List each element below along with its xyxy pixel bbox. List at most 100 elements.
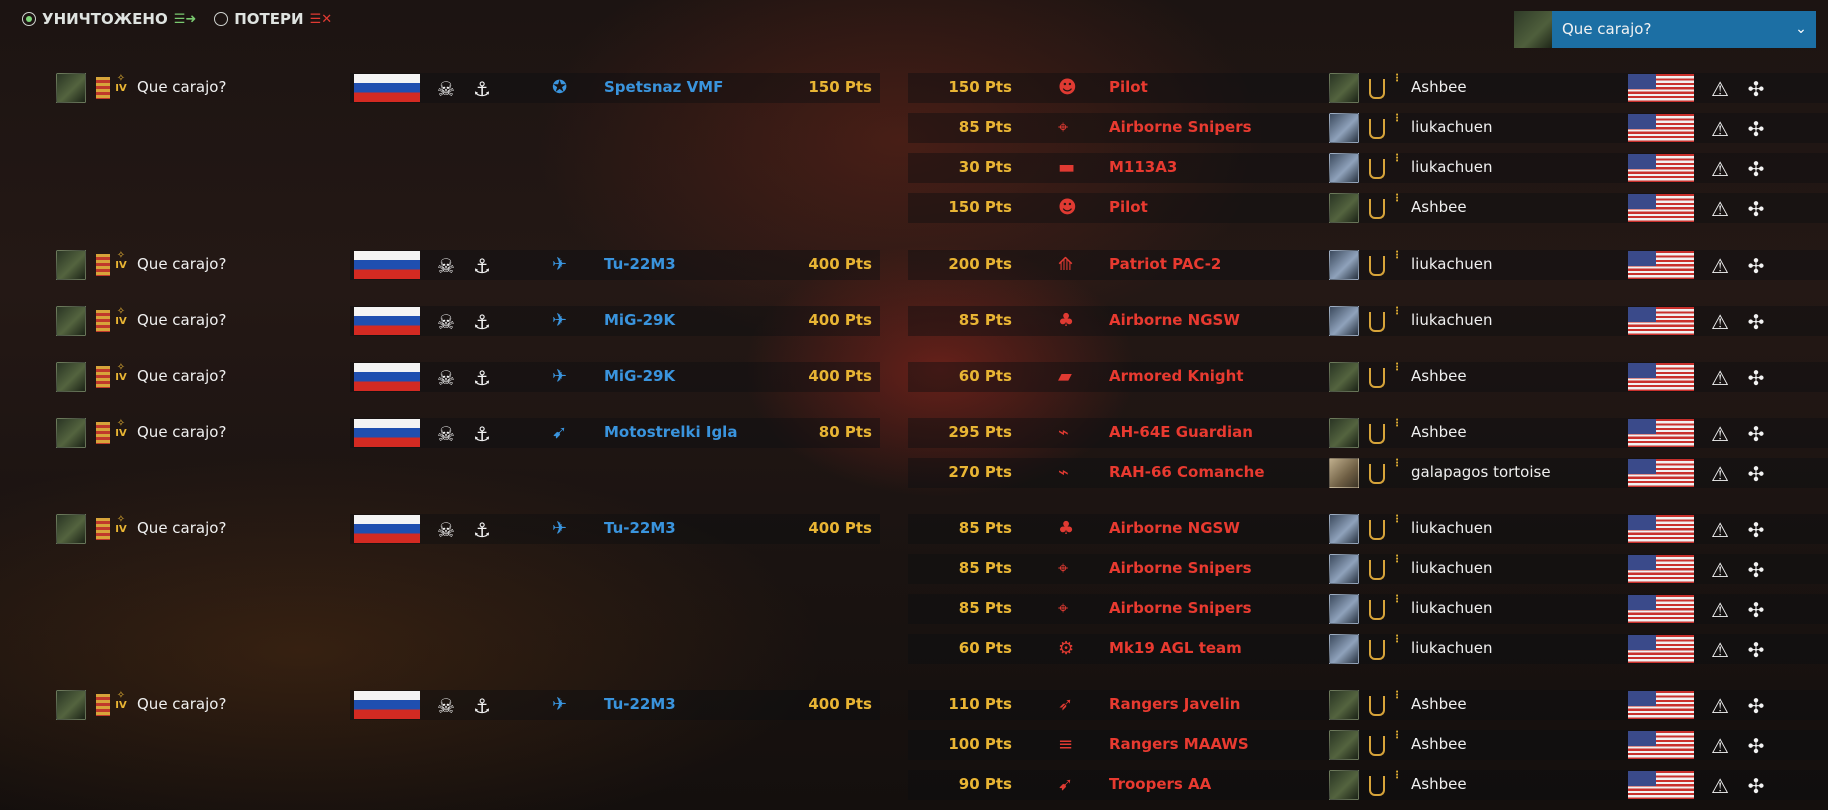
rank-insignia-icon [1369, 256, 1385, 276]
russia-flag-icon [354, 419, 420, 447]
loss-unit-name: M113A3 [1109, 158, 1178, 176]
killer-name[interactable]: Que carajo? [137, 311, 226, 329]
tier-badge: ⋮ [1392, 554, 1402, 565]
rank-insignia-icon [96, 694, 110, 716]
infantry-icon: ♣ [1058, 310, 1075, 331]
loss-unit-points: 85 Pts [958, 559, 1012, 577]
victim-name[interactable]: Ashbee [1411, 735, 1467, 753]
bomber-icon: ✈ [552, 694, 568, 715]
victim-name[interactable]: galapagos tortoise [1411, 463, 1551, 481]
russia-flag-icon [354, 307, 420, 335]
rank-insignia-icon [96, 518, 110, 540]
killer-unit-points: 80 Pts [818, 423, 872, 441]
russia-flag-icon [354, 74, 420, 102]
killer-name[interactable]: Que carajo? [137, 367, 226, 385]
spec-icon: ✣ [1747, 117, 1765, 141]
usa-flag-icon [1628, 74, 1694, 102]
rank-insignia-icon [1369, 119, 1385, 139]
tier-badge: ⋮ [1392, 594, 1402, 605]
killer-unit-name: Spetsnaz VMF [604, 78, 724, 96]
killer-name[interactable]: Que carajo? [137, 423, 226, 441]
player-select-dropdown[interactable]: Que carajo? ⌄ [1514, 11, 1816, 48]
tab-losses[interactable]: ПОТЕРИ ☰✕ [214, 10, 332, 28]
avatar [1329, 594, 1359, 624]
victim-name[interactable]: liukachuen [1411, 639, 1492, 657]
victim-name[interactable]: Ashbee [1411, 423, 1467, 441]
victim-name[interactable]: liukachuen [1411, 118, 1492, 136]
mask-icon: ☠ [437, 77, 455, 101]
sniper-icon: ⌖ [1058, 598, 1069, 619]
tier-badge: ⋮ [1392, 306, 1402, 317]
mask-icon: ☠ [437, 422, 455, 446]
victim-name[interactable]: Ashbee [1411, 78, 1467, 96]
loss-unit-name: Rangers Javelin [1109, 695, 1241, 713]
sam-icon: ⟰ [1058, 254, 1074, 275]
usa-flag-icon [1628, 194, 1694, 222]
killer-name[interactable]: Que carajo? [137, 695, 226, 713]
killer-name[interactable]: Que carajo? [137, 255, 226, 273]
loss-unit-points: 270 Pts [948, 463, 1012, 481]
killer-unit-points: 400 Pts [808, 695, 872, 713]
spec-icon: ⚠ [1711, 422, 1729, 446]
avatar [1329, 250, 1359, 280]
loss-unit-name: Airborne Snipers [1109, 118, 1252, 136]
tier-badge: ⋮ [1392, 634, 1402, 645]
rank-insignia-icon [1369, 79, 1385, 99]
avatar [1329, 634, 1359, 664]
spec-icon: ✣ [1747, 366, 1765, 390]
loss-unit-name: Airborne Snipers [1109, 599, 1252, 617]
avatar [56, 250, 86, 280]
rank-insignia-icon [1369, 199, 1385, 219]
victim-name[interactable]: Ashbee [1411, 775, 1467, 793]
victim-name[interactable]: Ashbee [1411, 695, 1467, 713]
tab-destroyed[interactable]: УНИЧТОЖЕНО ☰➜ [22, 10, 196, 28]
spec-icon: ⚠ [1711, 117, 1729, 141]
rank-insignia-icon [1369, 776, 1385, 796]
victim-name[interactable]: liukachuen [1411, 311, 1492, 329]
victim-name[interactable]: liukachuen [1411, 559, 1492, 577]
anchor-icon: ⚓ [473, 310, 491, 334]
killer-name[interactable]: Que carajo? [137, 519, 226, 537]
loss-unit-name: AH-64E Guardian [1109, 423, 1253, 441]
tier-badge: ⋮ [1392, 113, 1402, 124]
avatar [1329, 362, 1359, 392]
victim-name[interactable]: Ashbee [1411, 367, 1467, 385]
spec-icon: ⚠ [1711, 254, 1729, 278]
victim-name[interactable]: liukachuen [1411, 519, 1492, 537]
spec-icon: ⚠ [1711, 77, 1729, 101]
killer-name[interactable]: Que carajo? [137, 78, 226, 96]
manpads-icon: ➹ [552, 422, 568, 443]
loss-unit-points: 60 Pts [958, 367, 1012, 385]
rank-insignia-icon [1369, 520, 1385, 540]
usa-flag-icon [1628, 771, 1694, 799]
victim-name[interactable]: Ashbee [1411, 198, 1467, 216]
anchor-icon: ⚓ [473, 422, 491, 446]
table-row: 85 Pts ⌖ Airborne Snipers ⋮ liukachuen ⚠ ✣ [0, 589, 1828, 629]
anchor-icon: ⚓ [473, 254, 491, 278]
tier-badge: ⋮ [1392, 153, 1402, 164]
rank-insignia-icon [1369, 640, 1385, 660]
anchor-icon: ⚓ [473, 518, 491, 542]
usa-flag-icon [1628, 459, 1694, 487]
recoilless-icon: ≡ [1058, 734, 1074, 755]
spec-icon: ⚠ [1711, 598, 1729, 622]
victim-name[interactable]: liukachuen [1411, 255, 1492, 273]
rank-insignia-icon [96, 310, 110, 332]
rank-insignia-icon [96, 254, 110, 276]
tier-badge: ⋮ [1392, 514, 1402, 525]
usa-flag-icon [1628, 114, 1694, 142]
anchor-icon: ⚓ [473, 366, 491, 390]
table-row: ✧ IV Que carajo? ☠ ⚓ ✈ Tu-22M3 400 Pts 200 Pts ⟰… [0, 245, 1828, 285]
victim-name[interactable]: liukachuen [1411, 158, 1492, 176]
usa-flag-icon [1628, 307, 1694, 335]
table-row: 270 Pts ⌁ RAH-66 Comanche ⋮ galapagos tortoi… [0, 453, 1828, 493]
spetsnaz-icon: ✪ [552, 77, 568, 98]
rank-insignia-icon [1369, 159, 1385, 179]
table-row: 150 Pts ☻ Pilot ⋮ Ashbee ⚠ ✣ [0, 188, 1828, 228]
manpads-icon: ➹ [1058, 774, 1074, 795]
avatar [1329, 113, 1359, 143]
victim-name[interactable]: liukachuen [1411, 599, 1492, 617]
table-row: ✧ IV Que carajo? ☠ ⚓ ✪ Spetsnaz VMF 150 Pts 150… [0, 68, 1828, 108]
spec-icon: ⚠ [1711, 558, 1729, 582]
loss-unit-name: Troopers AA [1109, 775, 1212, 793]
